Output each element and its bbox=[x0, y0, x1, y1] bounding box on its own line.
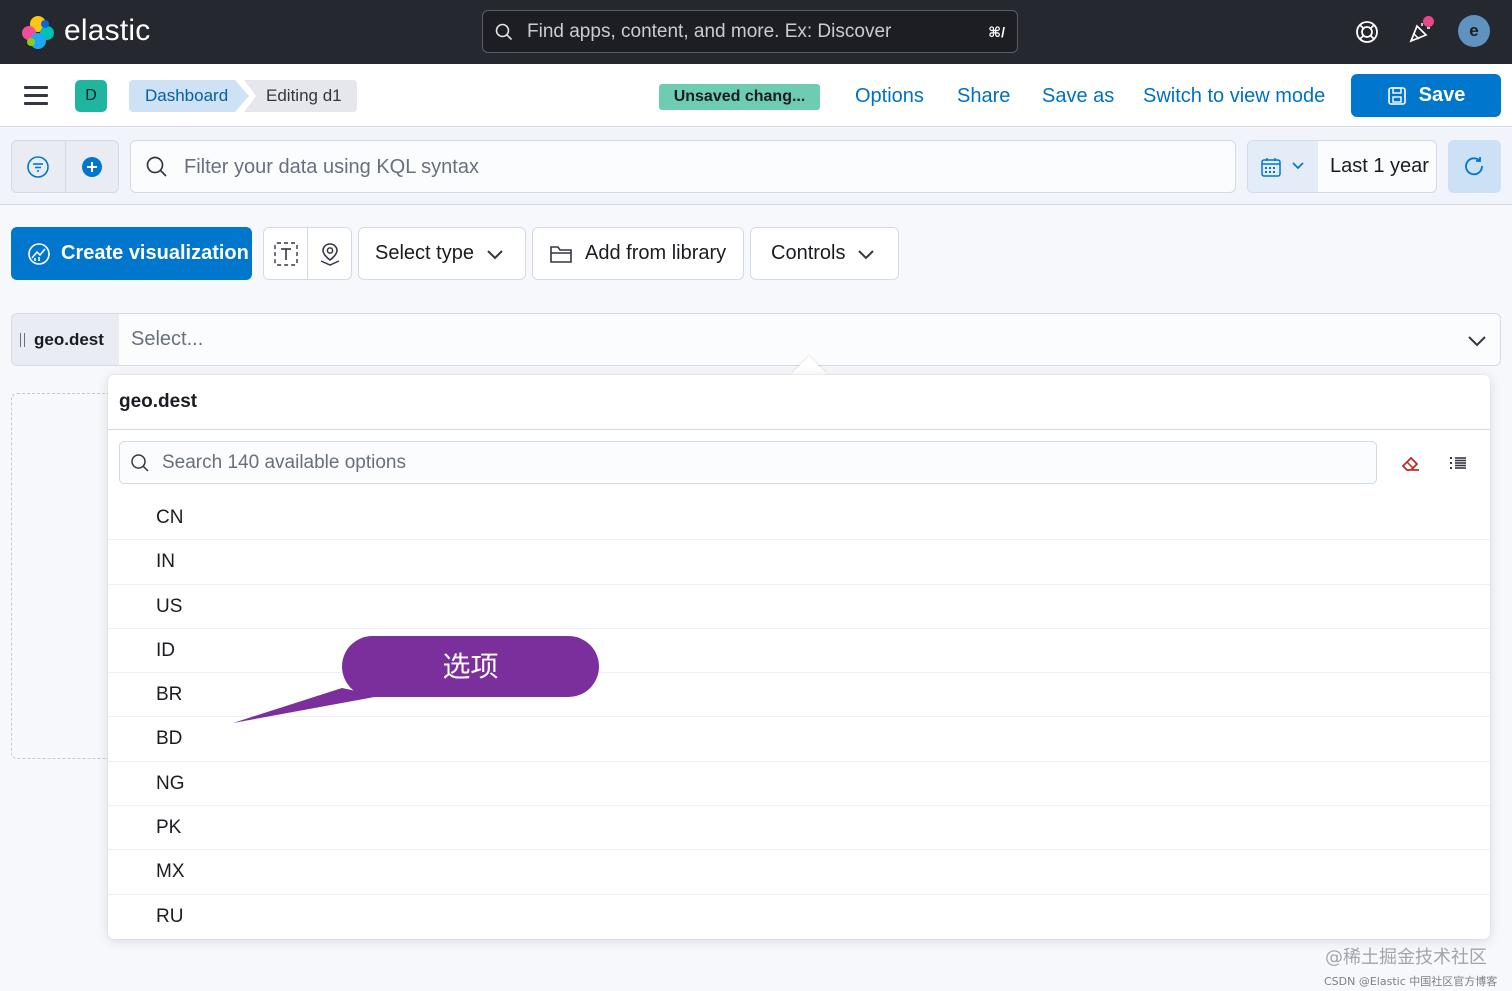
menu-icon-bar bbox=[24, 86, 48, 89]
controls-button[interactable]: Controls bbox=[750, 227, 899, 280]
text-markdown-icon[interactable] bbox=[273, 241, 299, 267]
create-visualization-button[interactable]: Create visualization bbox=[11, 227, 252, 280]
options-search-placeholder: Search 140 available options bbox=[162, 452, 407, 473]
select-type-label: Select type bbox=[375, 242, 474, 264]
unsaved-changes-badge: Unsaved chang... bbox=[659, 84, 820, 110]
save-as-link[interactable]: Save as bbox=[1042, 85, 1114, 108]
popover-title: geo.dest bbox=[119, 391, 198, 412]
divider bbox=[65, 141, 66, 192]
filter-icon[interactable] bbox=[26, 155, 50, 179]
refresh-button[interactable] bbox=[1448, 140, 1501, 193]
option-item[interactable]: RU bbox=[108, 895, 1490, 939]
save-button[interactable]: Save bbox=[1351, 74, 1501, 117]
quick-select-button[interactable] bbox=[1248, 141, 1318, 192]
calendar-icon bbox=[1261, 158, 1281, 177]
divider bbox=[108, 429, 1490, 430]
list-icon[interactable] bbox=[1446, 451, 1470, 475]
time-range-label[interactable]: Last 1 year bbox=[1330, 155, 1429, 178]
search-shortcut: ⌘/ bbox=[988, 24, 1005, 40]
add-filter-icon[interactable] bbox=[80, 155, 104, 179]
watermark-juejin: @稀土掘金技术社区 bbox=[1325, 947, 1487, 968]
add-from-library-label: Add from library bbox=[585, 242, 727, 264]
chevron-down-icon bbox=[487, 249, 503, 259]
visualize-app-icon bbox=[28, 242, 50, 265]
chevron-down-icon bbox=[858, 249, 875, 259]
news-feed-button[interactable] bbox=[1404, 16, 1436, 48]
space-avatar[interactable]: D bbox=[75, 80, 107, 112]
watermark-csdn: CSDN @Elastic 中国社区官方博客 bbox=[1324, 975, 1498, 988]
options-list-control[interactable]: geo.dest Select... bbox=[11, 313, 1501, 366]
global-header: elastic Find apps, content, and more. Ex… bbox=[0, 0, 1512, 64]
help-button[interactable] bbox=[1351, 16, 1383, 48]
global-search-input[interactable]: Find apps, content, and more. Ex: Discov… bbox=[482, 10, 1018, 53]
breadcrumb-current: Editing d1 bbox=[244, 80, 357, 112]
search-icon bbox=[495, 23, 513, 41]
option-item[interactable]: CN bbox=[108, 496, 1490, 541]
option-item[interactable]: ID bbox=[108, 629, 1490, 674]
elastic-logo-icon[interactable] bbox=[20, 14, 56, 50]
folder-icon bbox=[550, 245, 572, 263]
brand-name[interactable]: elastic bbox=[64, 14, 150, 48]
date-picker: Last 1 year bbox=[1247, 140, 1437, 193]
drag-handle-icon[interactable] bbox=[20, 333, 25, 347]
annotation-callout: 选项 bbox=[342, 636, 599, 697]
breadcrumb-dashboard[interactable]: Dashboard bbox=[129, 80, 249, 112]
kql-query-input[interactable]: Filter your data using KQL syntax bbox=[130, 140, 1236, 193]
refresh-icon bbox=[1465, 157, 1483, 176]
menu-icon-bar bbox=[24, 102, 48, 105]
notification-dot bbox=[1423, 16, 1434, 27]
app-header: D Dashboard Editing d1 Unsaved chang... … bbox=[0, 64, 1512, 127]
control-placeholder: Select... bbox=[131, 328, 204, 350]
control-label: geo.dest bbox=[12, 314, 119, 365]
menu-toggle-button[interactable] bbox=[24, 86, 50, 106]
options-popover: geo.dest Search 140 available options CN… bbox=[108, 375, 1490, 939]
search-icon bbox=[146, 156, 167, 177]
save-icon bbox=[1387, 86, 1406, 105]
option-item[interactable]: MX bbox=[108, 850, 1490, 895]
quick-add-buttons bbox=[263, 227, 352, 280]
switch-view-mode-link[interactable]: Switch to view mode bbox=[1143, 85, 1325, 108]
option-item[interactable]: NG bbox=[108, 762, 1490, 807]
save-label: Save bbox=[1418, 84, 1466, 106]
select-type-button[interactable]: Select type bbox=[358, 227, 526, 280]
filter-buttons bbox=[11, 140, 119, 193]
user-avatar[interactable]: e bbox=[1458, 15, 1490, 47]
menu-icon-bar bbox=[24, 94, 48, 97]
global-search-placeholder: Find apps, content, and more. Ex: Discov… bbox=[527, 21, 892, 42]
chevron-down-icon[interactable] bbox=[1466, 330, 1488, 352]
add-from-library-button[interactable]: Add from library bbox=[532, 227, 744, 280]
query-bar: Filter your data using KQL syntax Last 1… bbox=[0, 128, 1512, 205]
options-search-input[interactable]: Search 140 available options bbox=[119, 441, 1377, 484]
option-item[interactable]: IN bbox=[108, 540, 1490, 585]
eraser-icon[interactable] bbox=[1399, 451, 1423, 475]
option-item[interactable]: US bbox=[108, 585, 1490, 629]
map-pin-icon[interactable] bbox=[317, 241, 343, 267]
option-item[interactable]: PK bbox=[108, 806, 1490, 851]
divider bbox=[307, 228, 308, 279]
help-lifebuoy-icon bbox=[1356, 21, 1378, 43]
options-link[interactable]: Options bbox=[855, 85, 924, 108]
create-visualization-label: Create visualization bbox=[61, 242, 249, 264]
kql-placeholder: Filter your data using KQL syntax bbox=[184, 156, 479, 178]
empty-panel-placeholder bbox=[11, 393, 121, 759]
search-icon bbox=[131, 454, 149, 472]
controls-label: Controls bbox=[771, 242, 846, 264]
control-field-name: geo.dest bbox=[34, 330, 104, 349]
chevron-down-icon bbox=[1292, 162, 1304, 170]
share-link[interactable]: Share bbox=[957, 85, 1010, 108]
